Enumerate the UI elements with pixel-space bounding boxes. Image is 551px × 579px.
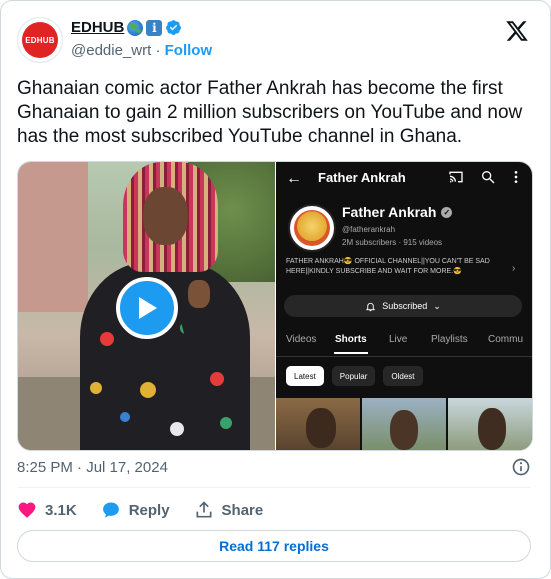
yt-short-thumb (448, 398, 532, 450)
globe-emoji-icon (127, 19, 144, 36)
tweet-text: Ghanaian comic actor Father Ankrah has b… (17, 78, 523, 147)
yt-chip-latest: Latest (286, 366, 324, 386)
yt-tab-shorts: Shorts (335, 334, 367, 345)
youtube-screenshot[interactable]: ← Father Ankrah Father Ankrah ✓ @fathera… (276, 162, 532, 450)
play-button[interactable] (116, 277, 178, 339)
yt-channel-stats: 2M subscribers · 915 videos (342, 238, 443, 247)
verified-badge-icon (166, 20, 182, 35)
yt-tab-underline (334, 352, 368, 354)
share-upload-icon (196, 501, 212, 518)
yt-short-thumb (362, 398, 446, 450)
info-emoji-icon: i (146, 19, 163, 36)
yt-filter-chips: Latest Popular Oldest (286, 366, 423, 386)
author-avatar[interactable]: EDHUB (17, 17, 63, 63)
separator-dot: · (155, 42, 165, 59)
thumb-hand (188, 280, 210, 308)
back-arrow-icon: ← (286, 170, 302, 187)
tweet-media[interactable]: ← Father Ankrah Father Ankrah ✓ @fathera… (17, 161, 533, 451)
share-label: Share (221, 501, 264, 519)
share-button[interactable]: Share (194, 500, 264, 520)
thumb-wall (18, 162, 88, 312)
search-icon (482, 171, 495, 184)
yt-channel-handle: @fatherankrah (342, 225, 396, 234)
cast-icon (449, 171, 463, 183)
yt-channel-avatar (288, 204, 336, 252)
yt-subscribed-label: Subscribed (382, 301, 428, 311)
yt-shorts-thumbnails (276, 398, 532, 450)
yt-tab-videos: Videos (286, 334, 317, 345)
yt-tab-community: Commu (488, 334, 524, 345)
author-name-row: EDHUB i (71, 19, 182, 36)
reply-bubble-icon (102, 502, 119, 518)
video-thumbnail[interactable] (18, 162, 275, 450)
yt-channel-description: FATHER ANKRAH😎 OFFICIAL CHANNEL||YOU CAN… (286, 258, 490, 275)
yt-short-thumb (276, 398, 360, 450)
chevron-right-icon: › (512, 263, 516, 274)
avatar-logo-text: EDHUB (22, 22, 58, 58)
like-count: 3.1K (45, 501, 77, 519)
x-logo-icon[interactable] (505, 19, 529, 43)
yt-tabs: Videos Shorts Live Playlists Commu (276, 330, 532, 357)
heart-icon (18, 502, 36, 518)
read-replies-button[interactable]: Read 117 replies (17, 530, 531, 562)
bell-icon (365, 302, 376, 311)
yt-avatar-art (294, 210, 330, 246)
yt-chip-oldest: Oldest (383, 366, 423, 386)
yt-channel-name-row: Father Ankrah ✓ (342, 204, 453, 220)
tweet-card: EDHUB EDHUB i @eddie_wrt · Follow Ghanai… (0, 0, 551, 579)
yt-tab-live: Live (389, 334, 408, 345)
tweet-actions: 3.1K Reply Share (17, 499, 537, 521)
tweet-timestamp-row: 8:25 PM · Jul 17, 2024 (17, 457, 537, 477)
info-circle-icon[interactable] (511, 457, 531, 477)
author-display-name[interactable]: EDHUB (71, 19, 124, 36)
yt-topbar: ← Father Ankrah (276, 162, 532, 194)
divider (17, 487, 531, 488)
yt-page-title: Father Ankrah (318, 170, 406, 185)
more-vertical-icon (514, 171, 518, 183)
reply-label: Reply (128, 501, 170, 519)
chevron-down-icon: ⌄ (433, 300, 441, 311)
yt-chip-popular: Popular (331, 366, 376, 386)
play-icon (139, 297, 157, 319)
follow-button[interactable]: Follow (165, 42, 213, 59)
yt-subscribed-button: Subscribed ⌄ (284, 295, 522, 317)
yt-channel-name: Father Ankrah (342, 204, 437, 220)
author-handle-row: @eddie_wrt · Follow (71, 42, 212, 59)
yt-verified-icon: ✓ (441, 206, 453, 218)
tweet-timestamp[interactable]: 8:25 PM · Jul 17, 2024 (17, 459, 168, 476)
thumb-face (143, 187, 188, 245)
author-handle[interactable]: @eddie_wrt (71, 42, 151, 59)
reply-button[interactable]: Reply (101, 500, 170, 520)
like-button[interactable]: 3.1K (17, 500, 77, 520)
yt-tab-playlists: Playlists (431, 334, 468, 345)
tweet-header: EDHUB EDHUB i @eddie_wrt · Follow (17, 15, 537, 65)
